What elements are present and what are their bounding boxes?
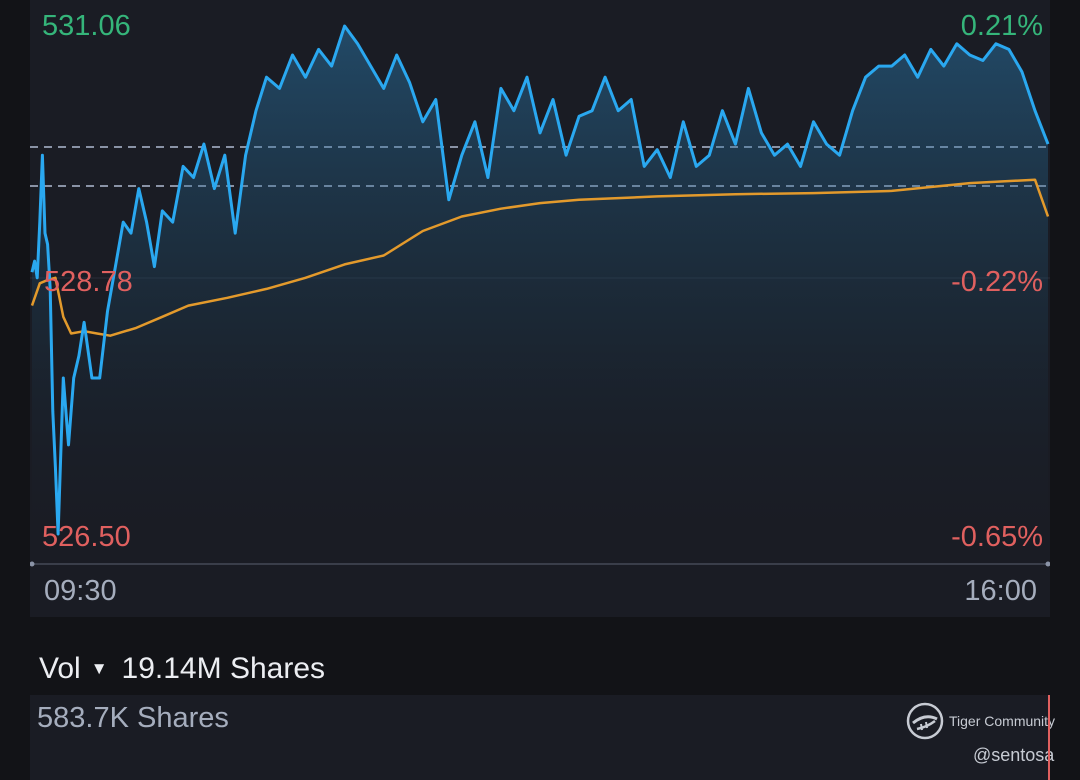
axis-start-dot <box>30 561 35 567</box>
time-end-label: 16:00 <box>964 575 1037 607</box>
pct-low-label: -0.65% <box>951 521 1043 553</box>
price-mid-label: 528.78 <box>44 266 133 298</box>
volume-current: 583.7K Shares <box>37 702 229 734</box>
price-low-label: 526.50 <box>42 521 131 553</box>
watermark-brand: Tiger Community <box>949 713 1056 729</box>
volume-panel: 583.7K Shares Tiger Community @sentosa <box>30 695 1055 780</box>
volume-bar <box>1048 695 1050 780</box>
price-high-label: 531.06 <box>42 10 131 42</box>
pct-mid-label: -0.22% <box>951 266 1043 298</box>
intraday-chart[interactable] <box>30 0 1050 617</box>
time-start-label: 09:30 <box>44 575 117 607</box>
tiger-logo-icon <box>906 702 944 740</box>
price-area-fill <box>32 26 1048 562</box>
volume-label: Vol <box>39 652 81 685</box>
volume-total: 19.14M Shares <box>121 652 325 685</box>
volume-selector[interactable]: Vol ▼ 19.14M Shares <box>39 651 325 687</box>
watermark-user: @sentosa <box>973 745 1055 765</box>
pct-high-label: 0.21% <box>960 10 1043 42</box>
price-chart-panel[interactable]: 531.06 0.21% 528.78 -0.22% 526.50 -0.65%… <box>30 0 1050 617</box>
caret-down-icon[interactable]: ▼ <box>91 659 108 679</box>
axis-end-dot <box>1045 561 1050 567</box>
